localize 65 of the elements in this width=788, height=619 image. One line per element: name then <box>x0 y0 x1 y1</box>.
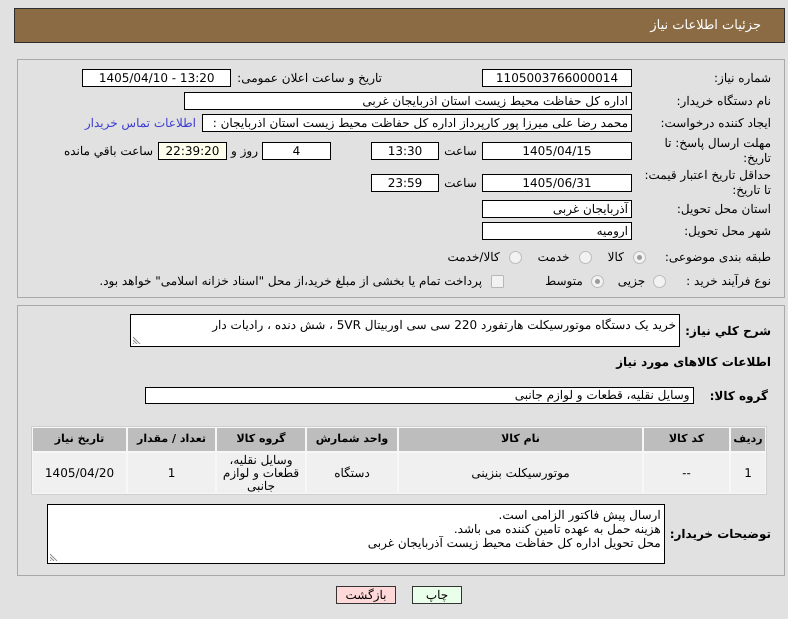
field-label: شماره نیاز: <box>713 70 771 87</box>
table-cell: موتورسیکلت بنزینی <box>399 453 642 493</box>
field-label: نام دستگاه خریدار: <box>676 93 771 110</box>
days-remaining-field[interactable]: 4 <box>262 142 331 160</box>
radio-label: خدمت <box>538 249 570 266</box>
radio-label: کالا <box>608 249 624 266</box>
delivery-city-field[interactable]: ارومیه <box>482 222 632 240</box>
field-label: شرح کلي نیاز: <box>685 322 771 340</box>
table-cell: دستگاه <box>307 453 397 493</box>
validity-date-field[interactable]: 1405/06/31 <box>482 174 632 192</box>
validity-time-field[interactable]: 23:59 <box>371 174 439 192</box>
days-label: روز و <box>230 143 259 160</box>
goods-group-field[interactable]: وسایل نقلیه، قطعات و لوازم جانبی <box>144 387 694 404</box>
checkbox-label: پرداخت تمام یا بخشی از مبلغ خرید،از محل "اسناد خزانه اسلامی" خواهد بود. <box>99 273 482 290</box>
time-label: ساعت <box>443 175 478 192</box>
field-label: تاریخ و ساعت اعلان عمومی: <box>237 70 382 87</box>
radio-button[interactable] <box>590 274 604 288</box>
page-title: جزئیات اطلاعات نیاز <box>650 16 761 35</box>
table-cell: 1 <box>128 453 215 493</box>
table-cell: وسایل نقلیه، قطعات و لوازم جانبی <box>217 453 305 493</box>
radio-button[interactable] <box>653 274 666 288</box>
radio-button[interactable] <box>508 250 522 264</box>
remaining-time-field[interactable]: 22:39:20 <box>158 142 227 160</box>
time-label: ساعت <box>443 143 478 160</box>
deadline-time-field[interactable]: 13:30 <box>371 142 439 160</box>
section-heading: اطلاعات کالاهای مورد نیاز <box>616 355 771 370</box>
buyer-org-field[interactable]: اداره کل حفاظت محیط زیست استان اذربایجان غربی <box>184 92 632 110</box>
requester-field[interactable]: محمد رضا علی میرزا پور کارپرداز اداره کل حفاظت محیط زیست استان اذربایجان : <box>202 114 632 132</box>
table-cell: 1405/04/20 <box>33 453 126 493</box>
field-label: مهلت ارسال پاسخ: تا تاریخ: <box>663 136 771 166</box>
buyer-notes-textarea[interactable]: ارسال پیش فاکتور الزامی است. هزینه حمل به عهده تامین کننده می باشد. محل تحویل اداره کل حفاظت محیط زیست آذربایجان غربی <box>46 504 665 564</box>
field-label: استان محل تحویل: <box>676 201 771 218</box>
buyer-contact-link[interactable]: اطلاعات تماس خریدار <box>84 114 196 132</box>
print-button[interactable]: چاپ <box>412 586 462 604</box>
table-cell: 1 <box>731 453 765 493</box>
announcement-datetime-field[interactable]: 1405/04/10 - 13:20 <box>82 69 232 87</box>
column-header: واحد شمارش <box>307 428 397 451</box>
radio-label: متوسط <box>545 273 583 290</box>
field-label: ایجاد کننده درخواست: <box>659 115 771 132</box>
column-header: کد کالا <box>644 428 729 451</box>
deadline-date-field[interactable]: 1405/04/15 <box>482 142 632 160</box>
resize-handle-icon[interactable] <box>50 553 58 561</box>
field-label: نوع فرآیند خرید : <box>686 273 771 290</box>
radio-button[interactable] <box>632 250 646 264</box>
resize-handle-icon[interactable] <box>133 336 142 344</box>
field-label: گروه کالا: <box>710 388 769 404</box>
column-header: تاریخ نیاز <box>33 428 126 451</box>
table-cell: -- <box>644 453 729 493</box>
column-header: ردیف <box>731 428 765 451</box>
field-label: طبقه بندی موضوعی: <box>664 249 771 266</box>
delivery-province-field[interactable]: آذربایجان غربی <box>482 200 632 218</box>
description-textarea[interactable]: خرید یک دستگاه موتورسیکلت هارتفورد 220 سی سی اوربیتال 5VR ، شش دنده ، رادیات دار <box>130 314 680 347</box>
field-label: شهر محل تحویل: <box>683 223 771 240</box>
field-label: توضیحات خریدار: <box>670 526 771 543</box>
column-header: تعداد / مقدار <box>128 428 215 451</box>
remaining-label: ساعت باقي مانده <box>64 143 153 160</box>
radio-label: جزیی <box>618 273 646 290</box>
radio-button[interactable] <box>578 250 592 264</box>
checkbox[interactable] <box>491 274 504 288</box>
column-header: نام کالا <box>399 428 642 451</box>
need-number-field[interactable]: 1105003766000014 <box>482 69 632 87</box>
back-button[interactable]: بازگشت <box>336 586 396 604</box>
radio-label: کالا/خدمت <box>447 249 500 266</box>
field-label: حداقل تاریخ اعتبار قیمت: تا تاریخ: <box>643 168 771 198</box>
column-header: گروه کالا <box>217 428 305 451</box>
